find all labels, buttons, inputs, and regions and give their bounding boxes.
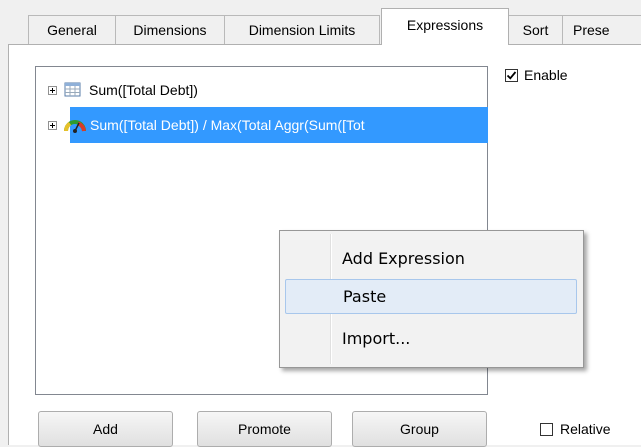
tab-strip: General Dimensions Dimension Limits Sort… [0, 0, 641, 45]
tab-general[interactable]: General [28, 15, 116, 44]
tab-dimensions[interactable]: Dimensions [115, 15, 225, 44]
expression-label[interactable]: Sum([Total Debt]) [86, 76, 201, 104]
tab-sort[interactable]: Sort [508, 15, 563, 44]
menu-item-paste[interactable]: Paste [285, 279, 577, 314]
tab-dimension-limits[interactable]: Dimension Limits [224, 15, 380, 44]
tab-expressions[interactable]: Expressions [381, 8, 509, 45]
expand-icon[interactable] [48, 85, 57, 95]
gauge-icon [64, 115, 86, 135]
expand-icon[interactable] [48, 120, 57, 130]
context-menu: Add Expression Paste Import... [279, 230, 584, 368]
table-grid-icon [64, 82, 82, 98]
expression-label[interactable]: Sum([Total Debt]) / Max(Total Aggr(Sum([… [87, 111, 368, 139]
enable-label[interactable]: Enable [524, 67, 568, 83]
promote-button[interactable]: Promote [197, 411, 332, 447]
tree-row[interactable]: Sum([Total Debt]) / Max(Total Aggr(Sum([… [48, 111, 368, 139]
add-button[interactable]: Add [38, 411, 173, 447]
relative-label[interactable]: Relative [560, 421, 611, 437]
relative-checkbox[interactable] [540, 423, 553, 436]
menu-item-import[interactable]: Import... [285, 322, 577, 357]
enable-checkbox[interactable] [505, 69, 518, 82]
menu-item-add-expression[interactable]: Add Expression [285, 242, 577, 277]
group-button[interactable]: Group [352, 411, 487, 447]
tree-row[interactable]: Sum([Total Debt]) [48, 76, 201, 104]
tab-presentation[interactable]: Prese [562, 15, 641, 44]
